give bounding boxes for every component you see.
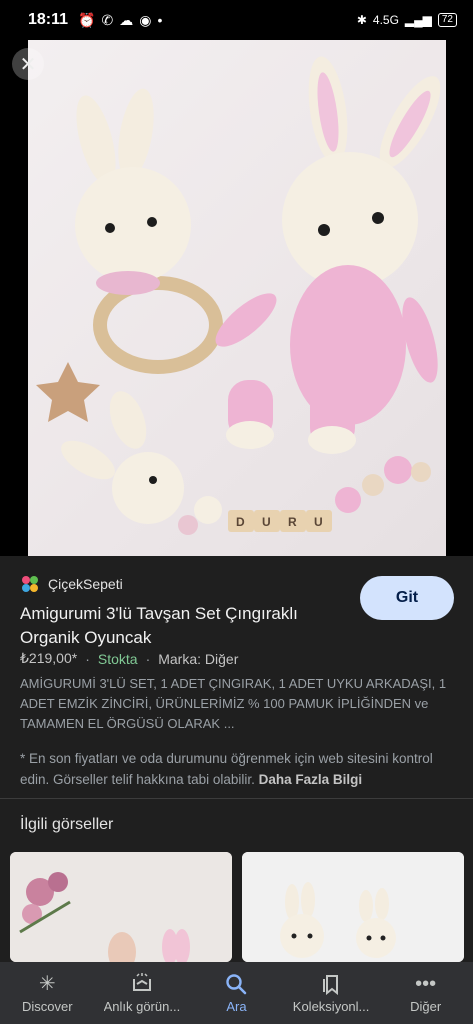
nav-more[interactable]: ••• Diğer [378,962,473,1024]
nav-discover[interactable]: ✳ Discover [0,962,95,1024]
dot-icon: • [157,12,163,28]
hero-image-area: D U R U ✕ [0,40,473,556]
related-image-2 [242,852,464,962]
amigurumi-illustration: D U R U [36,56,441,535]
nav-label: Anlık görün... [103,998,181,1014]
asterisk-icon: ✳ [38,972,56,995]
whatsapp-icon: ✆ [101,11,114,28]
network-label: 4.5G [372,13,399,27]
disclaimer-note: * En son fiyatları ve oda durumunu öğren… [20,748,460,790]
cloud-icon: ☁ [119,11,134,28]
alarm-icon: ⏰ [78,11,96,28]
separator-dot: · [85,650,90,667]
source-row[interactable]: ÇiçekSepeti [20,574,123,594]
collections-icon [320,973,342,995]
more-info-link[interactable]: Daha Fazla Bilgi [259,772,363,787]
nav-label: Ara [226,998,247,1014]
nav-label: Diğer [410,998,442,1014]
nav-label: Koleksiyonl... [292,998,370,1014]
circle-icon: ◉ [139,11,152,28]
bead-letter-u2: U [314,515,323,529]
close-icon: ✕ [19,53,37,76]
bottom-navigation: ✳ Discover Anlık görün... Ara Koleksiyon… [0,962,473,1024]
system-icons: ✱ 4.5G ▂▄▆ 72 [357,13,457,27]
divider [0,798,473,799]
notification-icons: ⏰ ✆ ☁ ◉ • [78,12,162,29]
visit-button[interactable]: Git [360,576,454,620]
ciceksepeti-logo-icon [22,576,38,592]
bead-letter-r: R [288,515,297,529]
search-icon [225,973,247,995]
nav-search[interactable]: Ara [189,962,284,1024]
close-button[interactable]: ✕ [12,48,44,80]
related-images-title: İlgili görseller [20,816,114,833]
nav-label: Discover [22,998,73,1014]
separator-dot: · [145,650,151,667]
source-name: ÇiçekSepeti [48,576,123,592]
price-row: ₺219,00* · Stokta · Marka: Diğer [20,650,238,667]
product-image[interactable]: D U R U [28,40,446,556]
nav-updates[interactable]: Anlık görün... [95,962,190,1024]
battery-icon: 72 [437,13,457,27]
result-card: ÇiçekSepeti Amigurumi 3'lü Tavşan Set Çı… [0,556,473,798]
more-icon: ••• [415,972,437,995]
bead-letter-u: U [262,515,271,529]
disclaimer-text: * En son fiyatları ve oda durumunu öğren… [20,751,433,787]
price: ₺219,00* [20,650,78,666]
brand: Marka: Diğer [158,650,239,667]
bluetooth-icon: ✱ [356,13,367,27]
stock-status: Stokta [97,650,138,667]
result-title[interactable]: Amigurumi 3'lü Tavşan Set Çıngıraklı Org… [20,602,330,650]
related-image-thumb[interactable] [242,852,464,962]
related-image-1 [10,852,232,962]
status-bar: 18:11 ⏰ ✆ ☁ ◉ • ✱ 4.5G ▂▄▆ 72 [0,0,473,40]
signal-icon: ▂▄▆ [404,13,432,27]
result-description: AMİGURUMİ 3'LÜ SET, 1 ADET ÇINGIRAK, 1 A… [20,676,447,731]
status-time: 18:11 [28,11,69,28]
bead-letter-d: D [236,515,245,529]
updates-icon [131,972,153,995]
related-image-thumb[interactable] [10,852,232,962]
nav-collections[interactable]: Koleksiyonl... [284,962,379,1024]
